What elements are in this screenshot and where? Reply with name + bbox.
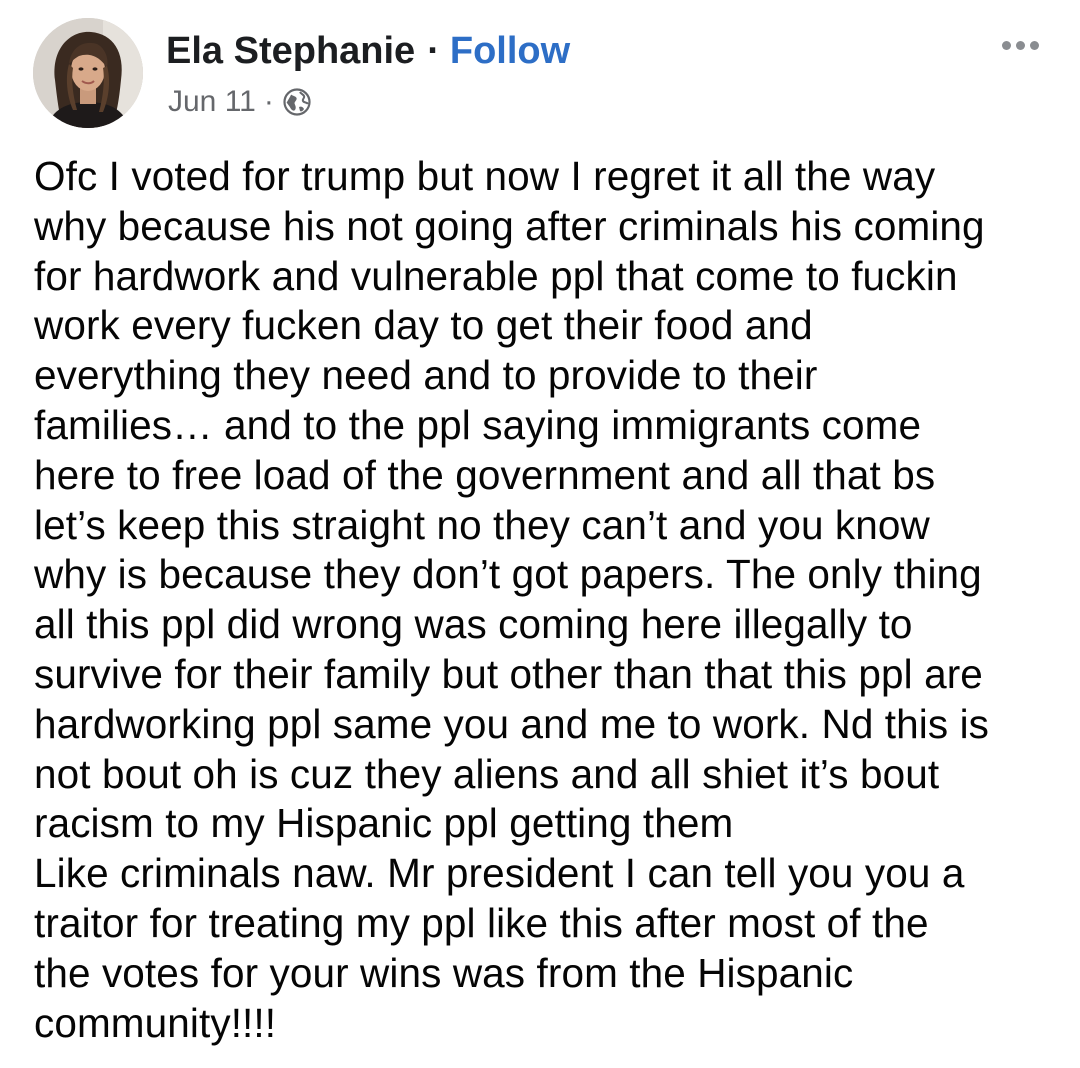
more-dot xyxy=(1001,40,1011,50)
author-name[interactable]: Ela Stephanie xyxy=(166,30,415,73)
post-line: everything they need and to provide to t… xyxy=(34,352,818,399)
name-separator: · xyxy=(427,29,440,72)
meta-separator: · xyxy=(263,85,274,118)
more-dot xyxy=(1015,40,1025,50)
post-line: community!!!! xyxy=(34,999,277,1046)
post-line: Ofc I voted for trump but now I regret i… xyxy=(34,153,936,199)
post-line: families… and to the ppl saying immigran… xyxy=(34,401,922,448)
avatar[interactable] xyxy=(33,18,143,128)
post-line: let’s keep this straight no they can’t a… xyxy=(34,501,930,548)
post-header: Ela Stephanie · Follow Jun 11 · xyxy=(0,0,1080,150)
post-line: hardworking ppl same you and me to work.… xyxy=(34,700,990,747)
post-line: why is because they don’t got papers. Th… xyxy=(34,551,982,598)
post-line: all this ppl did wrong was coming here i… xyxy=(34,601,913,648)
post-line: racism to my Hispanic ppl getting them xyxy=(34,800,734,847)
follow-button[interactable]: Follow xyxy=(450,30,570,73)
post-line: the votes for your wins was from the His… xyxy=(34,949,854,996)
facebook-post: Ela Stephanie · Follow Jun 11 · Ofc I vo xyxy=(0,0,1080,1068)
globe-icon[interactable] xyxy=(282,87,312,117)
author-row: Ela Stephanie · Follow xyxy=(166,26,570,76)
post-date[interactable]: Jun 11 xyxy=(168,85,256,119)
post-meta: Jun 11 · xyxy=(168,82,312,122)
post-line: traitor for treating my ppl like this af… xyxy=(34,899,929,946)
post-line: why because his not going after criminal… xyxy=(34,202,985,249)
more-dot xyxy=(1029,40,1039,50)
post-line: Like criminals naw. Mr president I can t… xyxy=(34,850,965,897)
post-line: here to free load of the government and … xyxy=(34,451,936,498)
post-line: for hardwork and vulnerable ppl that com… xyxy=(34,252,958,299)
more-options-icon[interactable] xyxy=(992,30,1048,60)
post-text: Ofc I voted for trump but now I regret i… xyxy=(34,152,1054,1048)
post-line: work every fucken day to get their food … xyxy=(34,302,813,349)
avatar-image xyxy=(33,18,143,128)
post-line: survive for their family but other than … xyxy=(34,650,983,697)
post-line: not bout oh is cuz they aliens and all s… xyxy=(34,750,940,797)
